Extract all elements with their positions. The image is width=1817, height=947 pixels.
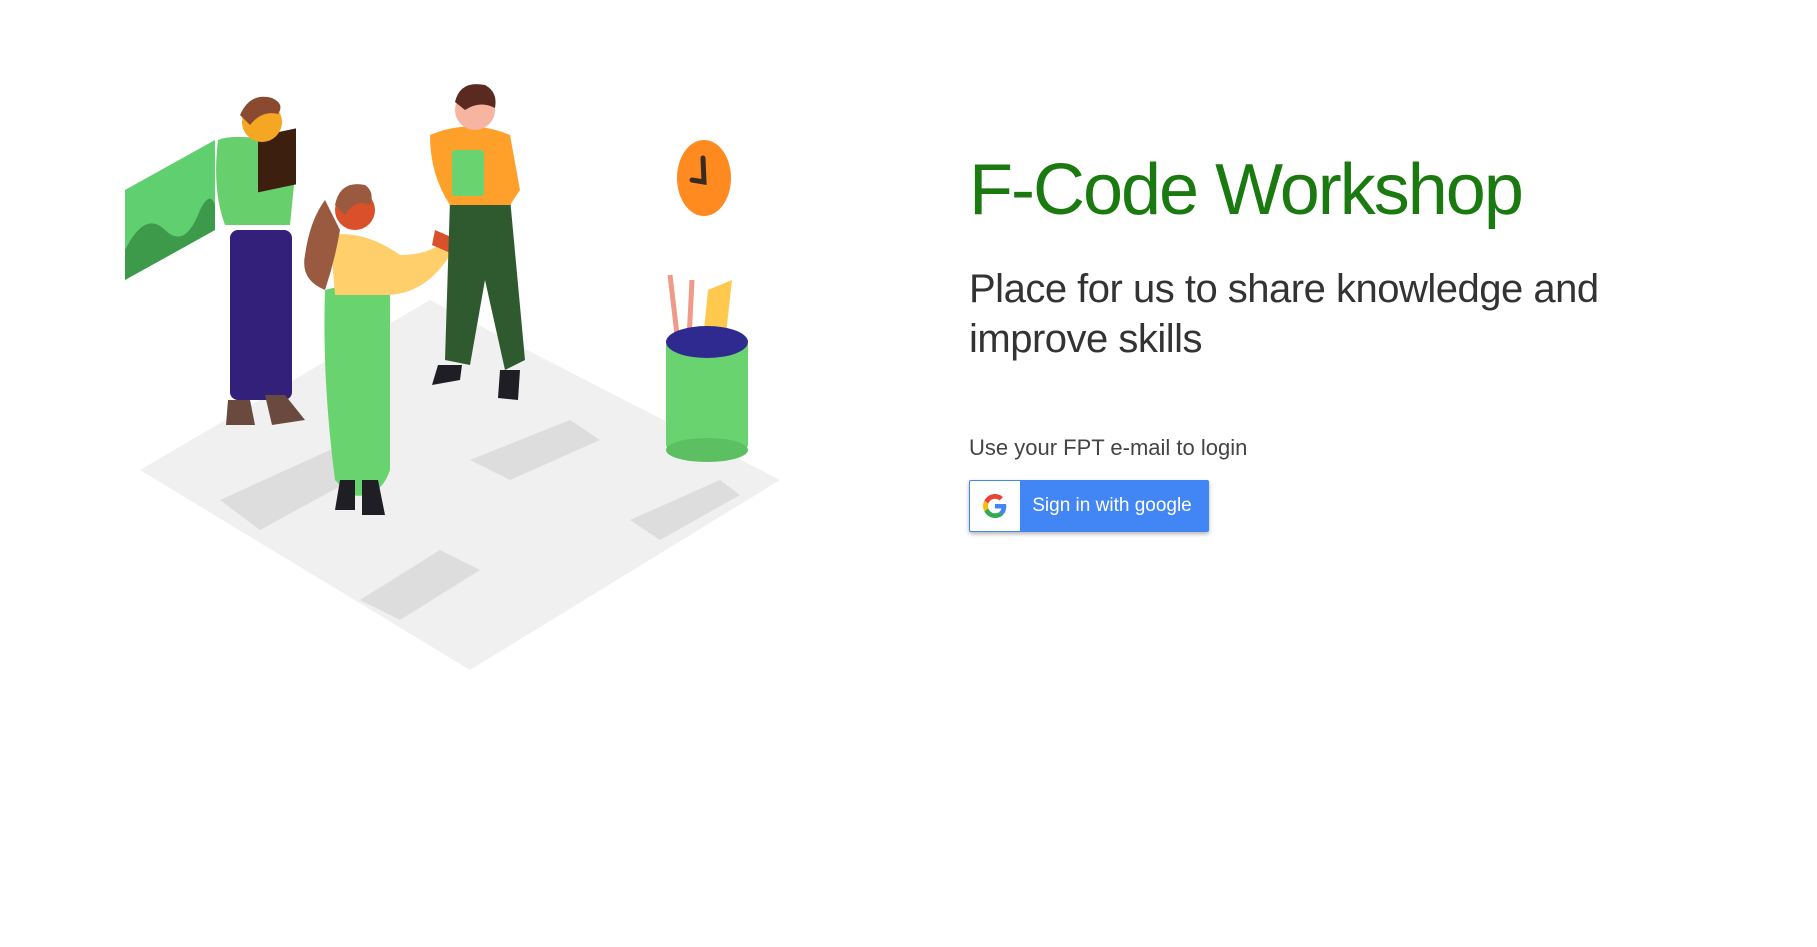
google-signin-button[interactable]: Sign in with google	[969, 480, 1209, 532]
team-collaboration-illustration	[125, 84, 780, 670]
login-page: F-Code Workshop Place for us to share kn…	[0, 0, 1817, 947]
page-title: F-Code Workshop	[969, 150, 1524, 230]
google-signin-label: Sign in with google	[1032, 495, 1192, 516]
chart-board-icon	[125, 140, 215, 280]
login-panel: F-Code Workshop Place for us to share kn…	[969, 150, 1729, 532]
google-g-icon	[970, 481, 1020, 531]
page-subtitle: Place for us to share knowledge and impr…	[969, 267, 1599, 361]
login-hint: Use your FPT e-mail to login	[969, 435, 1248, 460]
person-left	[216, 96, 305, 425]
clock-icon	[677, 140, 731, 216]
pencil-cup-icon	[666, 274, 748, 462]
